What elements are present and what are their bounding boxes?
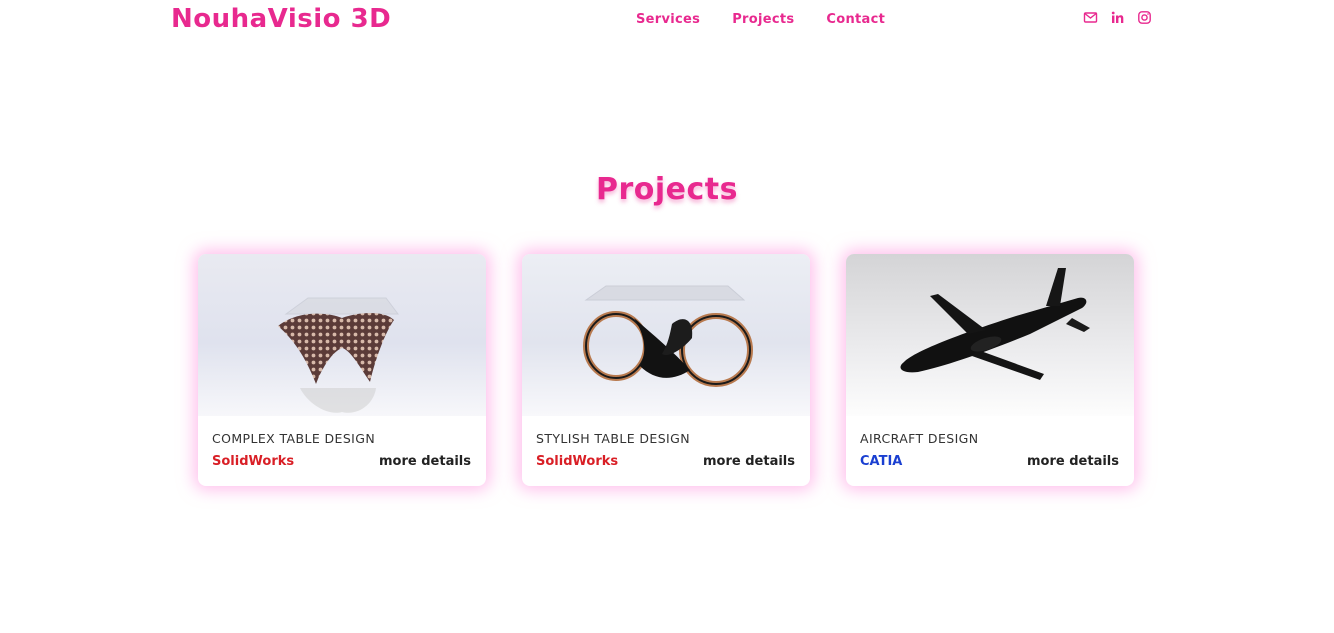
linkedin-icon[interactable] [1110,10,1125,25]
software-text: SolidWorks [536,454,619,469]
nav-contact[interactable]: Contact [826,12,885,27]
more-details-link[interactable]: more details [379,454,471,469]
project-card[interactable]: COMPLEX TABLE DESIGN SolidWorks more det… [198,254,486,486]
nav-services[interactable]: Services [636,12,700,27]
project-title: STYLISH TABLE DESIGN [536,431,690,446]
more-details-link[interactable]: more details [703,454,795,469]
nav-projects[interactable]: Projects [732,12,794,27]
software-text: SolidWorks [212,454,295,469]
project-card[interactable]: AIRCRAFT DESIGN CATIA more details [846,254,1134,486]
social-links [1083,10,1152,25]
projects-title: Projects [595,172,738,207]
project-title: COMPLEX TABLE DESIGN [212,431,376,446]
site-logo[interactable]: NouhaVisio 3D [171,4,391,34]
table-mesh-image [198,254,486,416]
more-details-link[interactable]: more details [1027,454,1119,469]
site-header: NouhaVisio 3D Services Projects Contact [0,0,1334,40]
software-label: SolidWorks [212,454,294,469]
aircraft-image [846,254,1134,416]
projects-grid: COMPLEX TABLE DESIGN SolidWorks more det… [198,254,1134,486]
project-card[interactable]: STYLISH TABLE DESIGN SolidWorks more det… [522,254,810,486]
software-label: CATIA [860,454,902,469]
table-rings-image [522,254,810,416]
mail-icon[interactable] [1083,10,1098,25]
software-text: CATIA [860,454,903,469]
software-label: SolidWorks [536,454,618,469]
project-title: AIRCRAFT DESIGN [860,431,979,446]
instagram-icon[interactable] [1137,10,1152,25]
main-nav: Services Projects Contact [636,12,885,27]
